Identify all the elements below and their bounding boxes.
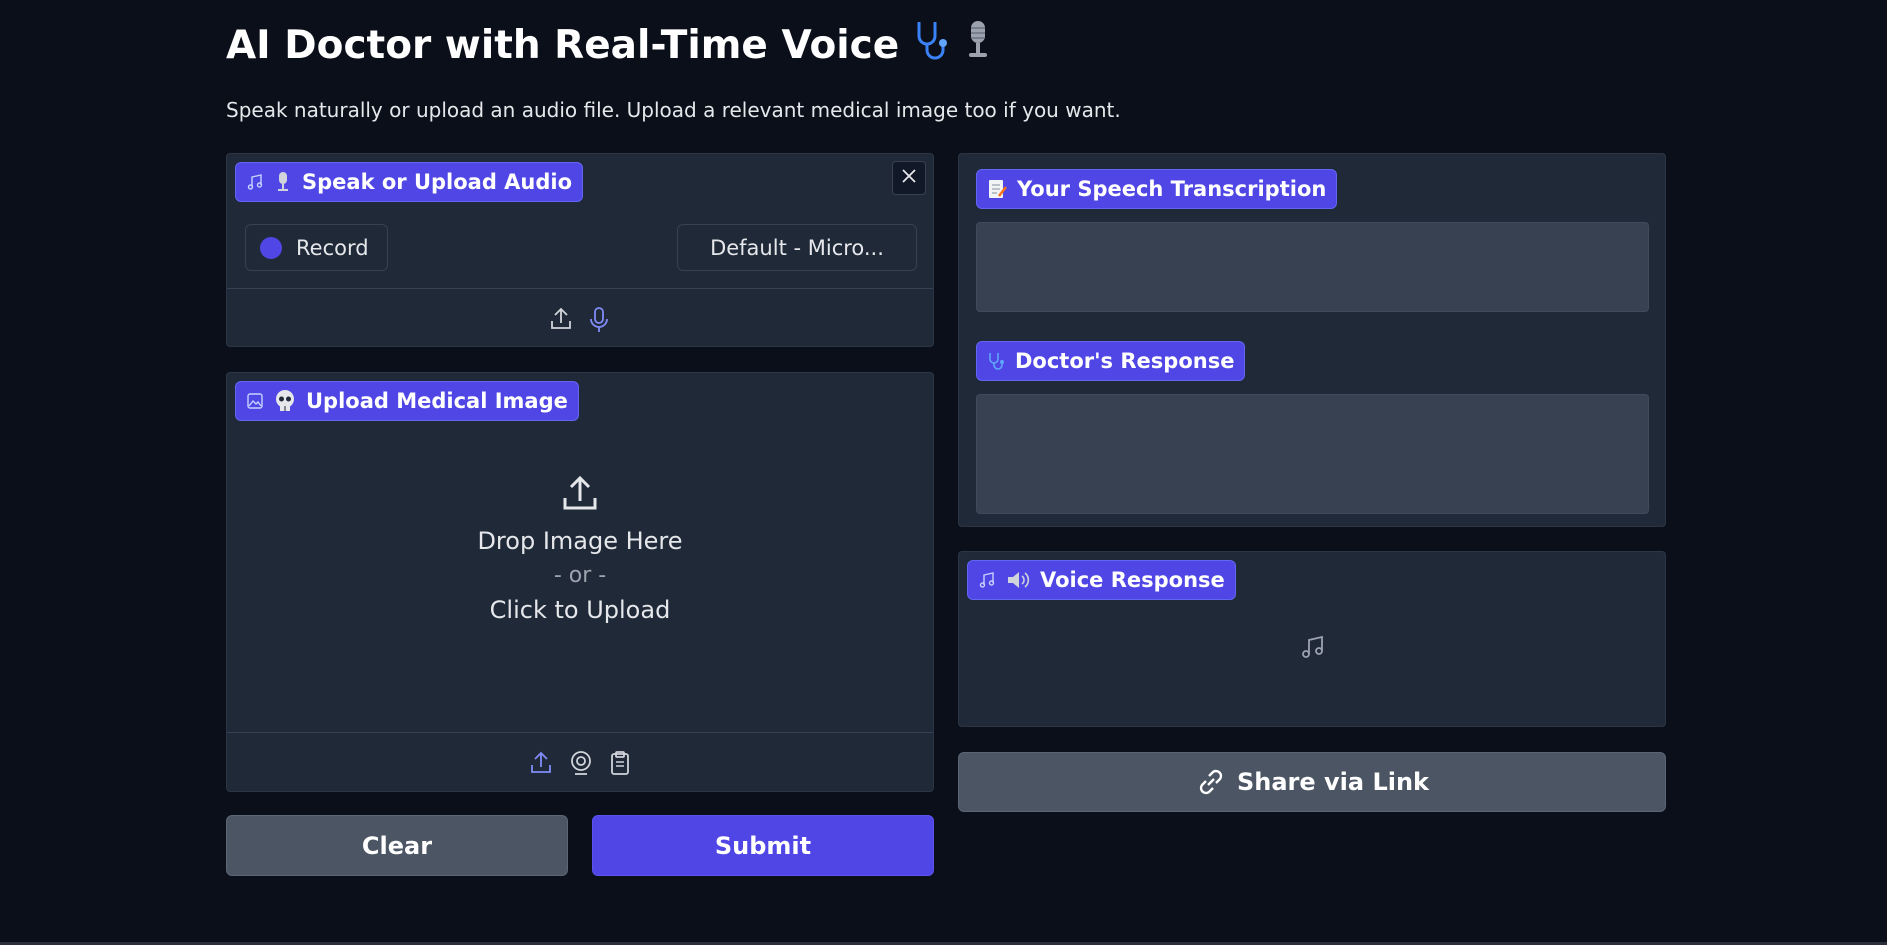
clear-button-label: Clear (361, 831, 433, 860)
record-button[interactable]: Record (245, 224, 388, 271)
page-description: Speak naturally or upload an audio file.… (226, 98, 1121, 122)
transcription-label: Your Speech Transcription (976, 169, 1338, 209)
drop-image-text: Drop Image Here (477, 527, 683, 555)
output-panel: Your Speech Transcription Doctor's Respo… (958, 153, 1666, 527)
image-input-label-text: Upload Medical Image (306, 389, 568, 413)
mic-icon[interactable] (587, 306, 611, 334)
submit-button-label: Submit (714, 831, 812, 860)
clear-button[interactable]: Clear (226, 815, 568, 876)
close-audio-button[interactable] (892, 161, 926, 195)
upload-icon[interactable] (529, 750, 553, 776)
audio-input-panel: Speak or Upload Audio Record Default - M… (226, 153, 934, 347)
click-to-upload-text: Click to Upload (489, 596, 671, 624)
transcription-textbox[interactable] (976, 222, 1649, 312)
audio-source-toolbar (227, 306, 933, 334)
image-drop-zone[interactable]: Drop Image Here - or - Click to Upload (227, 473, 933, 624)
webcam-icon[interactable] (569, 750, 593, 776)
link-icon (1195, 766, 1227, 798)
music-note-icon (246, 173, 264, 191)
voice-response-label: Voice Response (967, 560, 1236, 600)
or-separator: - or - (553, 563, 607, 588)
memo-emoji-icon (987, 178, 1007, 200)
audio-input-label: Speak or Upload Audio (235, 162, 584, 202)
transcription-label-text: Your Speech Transcription (1017, 177, 1327, 201)
divider (227, 732, 933, 733)
doctor-response-textbox[interactable] (976, 394, 1649, 514)
voice-response-panel: Voice Response (958, 551, 1666, 727)
skull-emoji-icon (274, 389, 296, 413)
microphone-emoji-icon (963, 18, 993, 72)
record-dot-icon (260, 236, 282, 259)
doctor-response-label: Doctor's Response (976, 341, 1246, 381)
image-input-panel[interactable]: Upload Medical Image Drop Image Here - o… (226, 372, 934, 792)
music-note-icon (1300, 634, 1326, 664)
clipboard-icon[interactable] (609, 750, 631, 776)
microphone-select-value: Default - Micro... (710, 235, 884, 260)
page-title: AI Doctor with Real-Time Voice (226, 22, 900, 68)
share-link-label: Share via Link (1236, 768, 1430, 796)
share-link-button[interactable]: Share via Link (958, 752, 1666, 812)
divider (227, 288, 933, 289)
microphone-select[interactable]: Default - Micro... (677, 224, 917, 271)
upload-icon (560, 473, 600, 517)
upload-icon[interactable] (549, 306, 573, 334)
image-input-label: Upload Medical Image (235, 381, 579, 421)
microphone-emoji-icon (274, 170, 292, 194)
page-title-row: AI Doctor with Real-Time Voice (226, 18, 993, 72)
image-icon (246, 392, 264, 410)
audio-input-label-text: Speak or Upload Audio (302, 170, 573, 194)
stethoscope-icon (987, 351, 1005, 371)
stethoscope-icon (911, 18, 951, 72)
music-note-icon (978, 571, 996, 589)
submit-button[interactable]: Submit (592, 815, 934, 876)
speaker-emoji-icon (1006, 570, 1030, 590)
record-button-label: Record (296, 235, 369, 260)
close-icon (901, 168, 917, 188)
voice-response-label-text: Voice Response (1040, 568, 1225, 592)
image-source-toolbar (227, 750, 933, 776)
doctor-response-label-text: Doctor's Response (1015, 349, 1235, 373)
